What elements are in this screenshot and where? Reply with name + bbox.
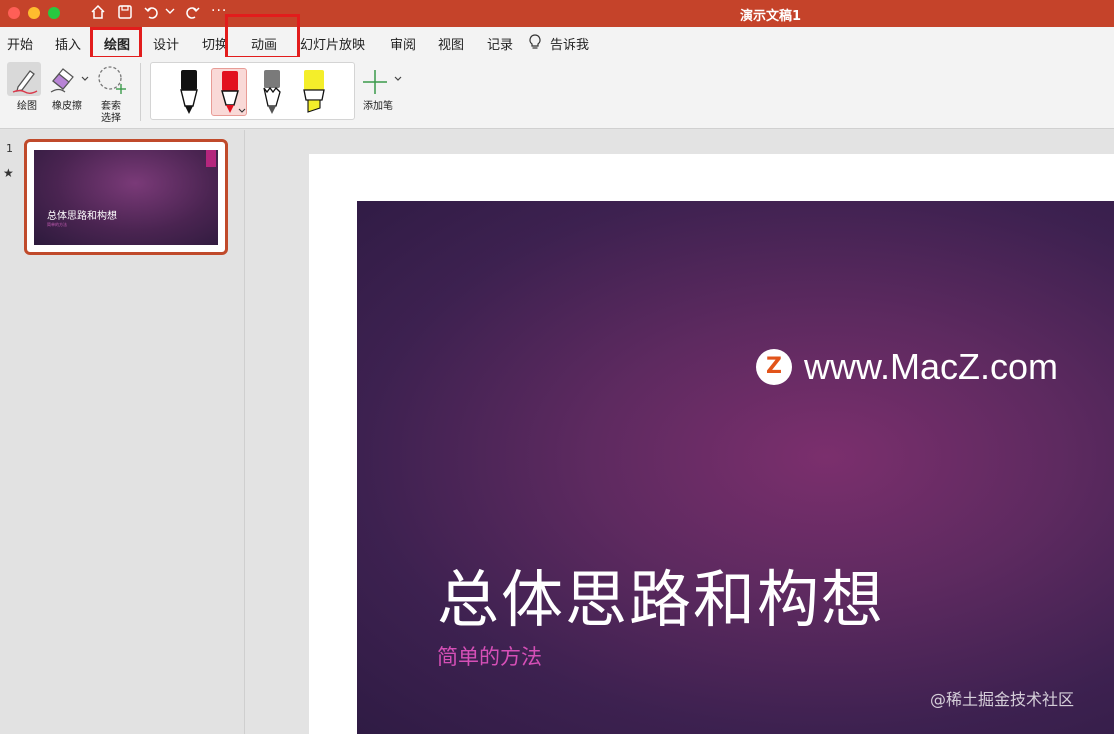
- draw-tool-button[interactable]: 绘图: [5, 62, 41, 122]
- lasso-label-2: 选择: [101, 113, 121, 124]
- tab-home[interactable]: 开始: [7, 34, 33, 53]
- red-pen-icon: [221, 71, 246, 113]
- tab-view[interactable]: 视图: [438, 34, 464, 53]
- eraser-dropdown-icon[interactable]: [81, 76, 89, 82]
- lasso-label-1: 套索: [101, 101, 121, 112]
- draw-tool-label: 绘图: [17, 101, 37, 112]
- gray-pencil-icon: [263, 70, 281, 114]
- watermark-logo-icon: Z: [756, 349, 792, 385]
- eraser-tool-button[interactable]: 橡皮擦: [45, 62, 91, 122]
- add-pen-label: 添加笔: [363, 101, 393, 112]
- pen-draw-icon: [12, 70, 38, 94]
- tab-review[interactable]: 审阅: [390, 34, 416, 53]
- lightbulb-icon: [529, 34, 541, 49]
- slide-title[interactable]: 总体思路和构想: [437, 549, 885, 639]
- minimize-window-button[interactable]: [28, 7, 40, 19]
- black-pen-icon: [180, 70, 198, 114]
- undo-dropdown-icon[interactable]: [165, 8, 175, 16]
- redo-icon[interactable]: [184, 4, 200, 20]
- gray-pencil[interactable]: [254, 68, 290, 116]
- slide-number: 1: [6, 142, 13, 155]
- thumbnail-subtitle: 简单的方法: [47, 222, 67, 227]
- thumbnail-title: 总体思路和构想: [47, 211, 117, 222]
- slide-subtitle[interactable]: 简单的方法: [437, 641, 542, 671]
- title-bar: ··· 演示文稿1: [0, 0, 1114, 27]
- tab-tell-me[interactable]: 告诉我: [550, 34, 589, 53]
- red-pen[interactable]: [211, 68, 247, 116]
- add-pen-button[interactable]: 添加笔: [358, 62, 404, 122]
- yellow-highlighter-icon: [303, 70, 325, 113]
- slide-canvas: 总体思路和构想 简单的方法 Z www.MacZ.com @稀土掘金技术社区: [246, 130, 1114, 734]
- thumbnail-tag: [206, 150, 216, 167]
- tab-slideshow[interactable]: 幻灯片放映: [300, 34, 365, 53]
- watermark-site: www.MacZ.com: [804, 346, 1059, 387]
- maximize-window-button[interactable]: [48, 7, 60, 19]
- undo-icon[interactable]: [144, 4, 160, 20]
- draw-tab-highlight: [90, 27, 142, 59]
- eraser-icon: [50, 68, 74, 93]
- tab-record[interactable]: 记录: [487, 34, 513, 53]
- slide[interactable]: 总体思路和构想 简单的方法 Z www.MacZ.com @稀土掘金技术社区: [357, 201, 1114, 734]
- tab-insert[interactable]: 插入: [55, 34, 81, 53]
- close-window-button[interactable]: [8, 7, 20, 19]
- home-icon[interactable]: [90, 4, 106, 20]
- ribbon-divider: [140, 63, 141, 121]
- ribbon-tabs: 开始 插入 绘图 设计 切换 动画 幻灯片放映 审阅 视图 记录 告诉我: [0, 14, 1114, 59]
- pen-gallery: [150, 62, 355, 120]
- yellow-highlighter[interactable]: [296, 68, 332, 116]
- save-icon[interactable]: [117, 4, 133, 20]
- watermark-footer: @稀土掘金技术社区: [930, 690, 1075, 709]
- ribbon-draw-panel: 绘图 橡皮擦 套索 选择 添加笔: [0, 57, 1114, 129]
- eraser-tool-label: 橡皮擦: [52, 101, 82, 112]
- animation-star-icon: ★: [3, 166, 14, 180]
- slide-thumbnail[interactable]: 总体思路和构想 简单的方法: [24, 139, 228, 255]
- add-pen-dropdown-icon[interactable]: [394, 76, 402, 82]
- tab-design[interactable]: 设计: [153, 34, 179, 53]
- animations-tab-highlight: [225, 14, 300, 59]
- lasso-select-icon: [98, 66, 126, 94]
- black-pen[interactable]: [171, 68, 207, 116]
- lasso-select-button[interactable]: 套索 选择: [93, 62, 129, 126]
- document-title: 演示文稿1: [740, 9, 802, 24]
- slide-thumbnail-pane: 1 ★ 总体思路和构想 简单的方法: [0, 130, 245, 734]
- thumbnail-preview: 总体思路和构想 简单的方法: [34, 150, 218, 245]
- add-icon: [363, 70, 387, 94]
